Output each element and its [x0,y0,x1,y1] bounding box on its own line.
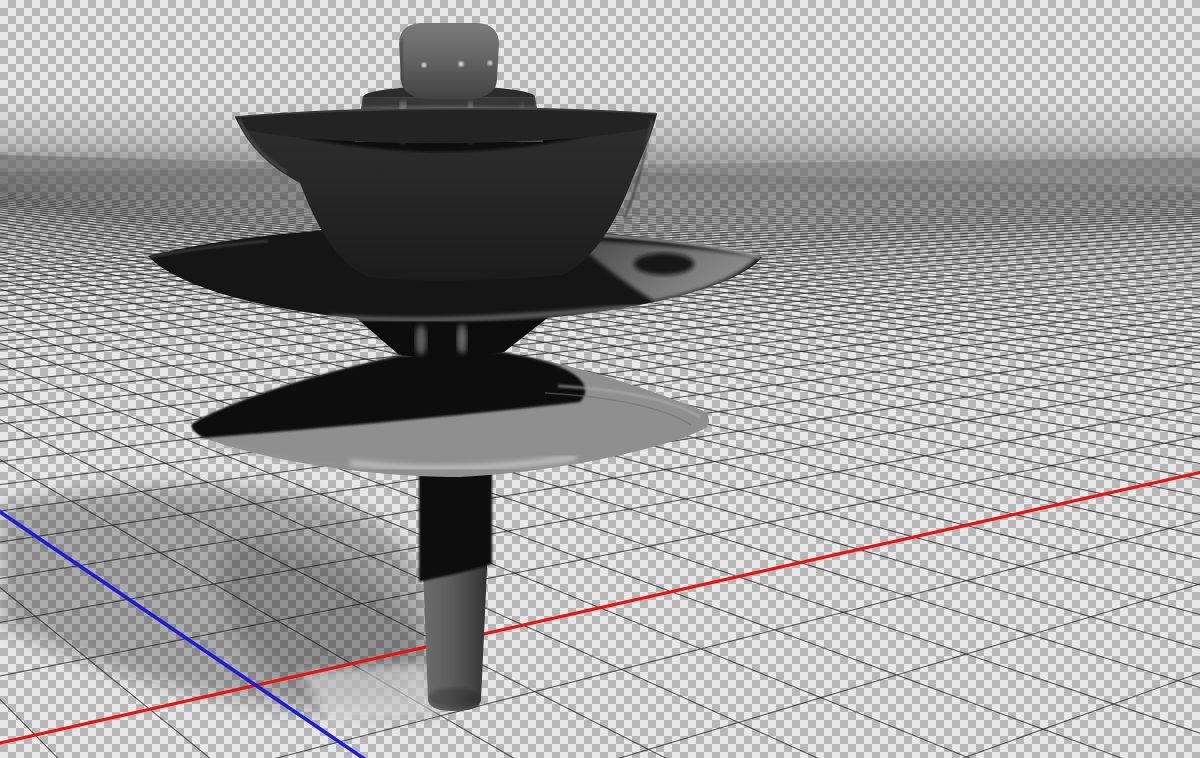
leg-bottom-cap [428,688,480,708]
knob-body[interactable] [399,23,499,99]
leg-shadow-upper [419,462,492,582]
scene-overlay [0,23,1200,758]
model-part-knob[interactable] [399,23,499,99]
grid-line [0,698,59,758]
waist-streak-right [457,324,467,354]
waist-body[interactable] [354,316,550,358]
cast-shadow [0,487,448,723]
saucer-reflection-blob [634,253,694,275]
waist-streak-left [415,325,427,355]
model-part-leg[interactable] [419,462,492,711]
knob-specular-2 [458,61,464,67]
knob-specular-1 [421,62,427,68]
3d-viewport[interactable] [0,0,1200,758]
knob-specular-3 [487,60,493,66]
model-part-waist[interactable] [354,316,550,358]
